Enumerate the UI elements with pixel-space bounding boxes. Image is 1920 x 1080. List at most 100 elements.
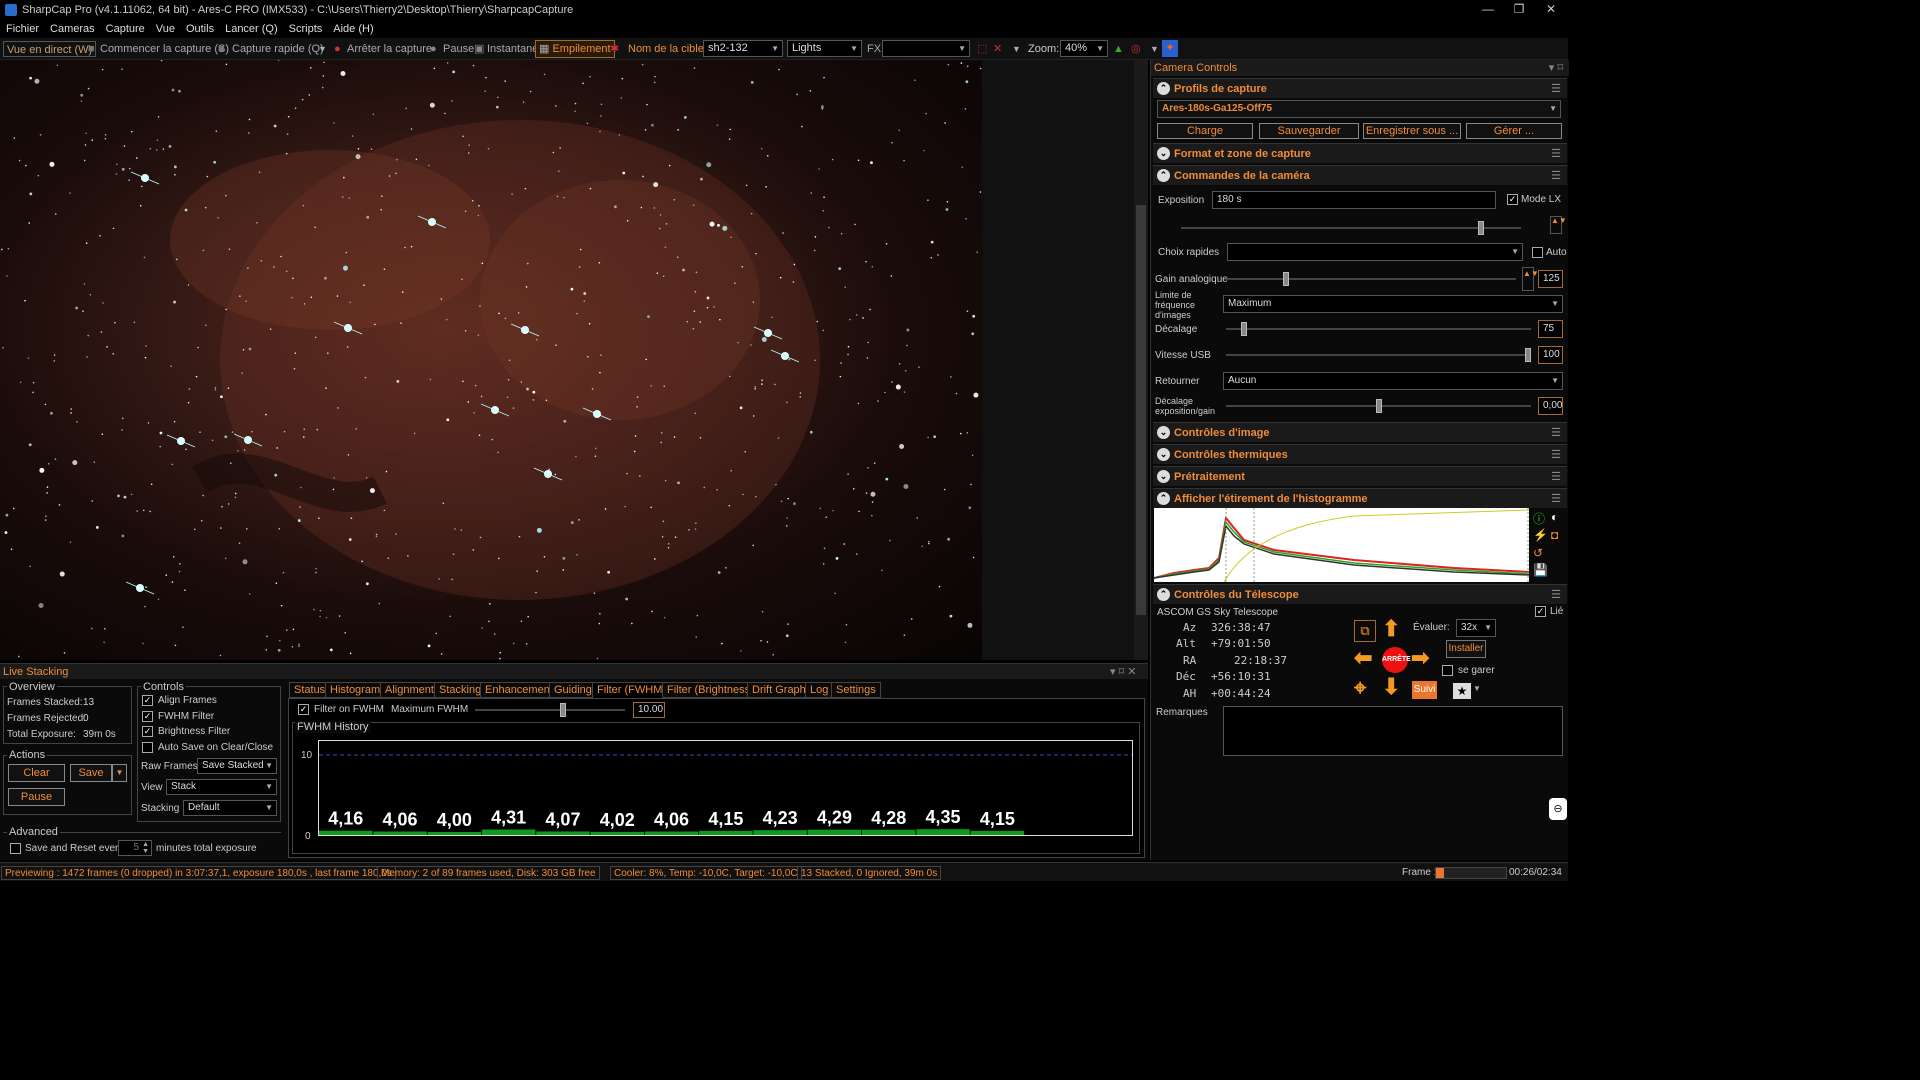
tab-enhancement[interactable]: Enhancement: [480, 682, 558, 698]
minutes-input[interactable]: 5 ▲ ▼: [118, 840, 152, 856]
snapshot-button[interactable]: Instantané: [487, 41, 538, 57]
section-profiles[interactable]: ⌃ Profils de capture ☰: [1153, 78, 1567, 98]
stacking-select[interactable]: Default ▼: [183, 800, 277, 816]
live-view-button[interactable]: Vue en direct (W): [3, 41, 97, 57]
remarks-textarea[interactable]: [1223, 706, 1563, 756]
zoom-select[interactable]: 40% ▼: [1060, 40, 1108, 57]
auto-checkbox[interactable]: [1532, 247, 1543, 258]
menu-lancer[interactable]: Lancer (Q): [219, 20, 283, 35]
manage-profiles-button[interactable]: Gérer ...: [1466, 123, 1562, 139]
max-fwhm-slider[interactable]: [475, 703, 625, 717]
offset-slider-thumb[interactable]: [1240, 322, 1247, 336]
gain-slider-thumb[interactable]: [1282, 272, 1289, 286]
brightness-filter-checkbox[interactable]: ✓: [142, 726, 153, 737]
menu-icon[interactable]: ☰: [1551, 169, 1561, 182]
quick-choice-select[interactable]: ▼: [1227, 243, 1523, 261]
tab-guiding[interactable]: Guiding: [549, 682, 597, 698]
focus-icon[interactable]: ◎: [1131, 41, 1141, 57]
menu-capture[interactable]: Capture: [100, 20, 150, 35]
arrow-left-icon[interactable]: ⬅: [1354, 645, 1372, 671]
exposure-slider-thumb[interactable]: [1478, 221, 1485, 235]
offset-input[interactable]: 75: [1538, 320, 1563, 338]
reset-icon[interactable]: ↺: [1533, 546, 1543, 560]
view-select[interactable]: Stack ▼: [166, 779, 277, 795]
fx-select[interactable]: ▼: [882, 40, 970, 57]
panel-pin-icon[interactable]: ▾ ⌑: [1549, 61, 1563, 74]
fwhm-filter-checkbox[interactable]: ✓: [142, 711, 153, 722]
menu-outils[interactable]: Outils: [180, 20, 219, 35]
menu-vue[interactable]: Vue: [150, 20, 180, 35]
tab-filter-brightness[interactable]: Filter (Brightness): [662, 682, 759, 698]
menu-icon[interactable]: ☰: [1551, 470, 1561, 483]
menu-aide[interactable]: Aide (H): [327, 20, 378, 35]
arrow-down-icon[interactable]: ⬇: [1382, 674, 1400, 700]
start-capture-button[interactable]: Commencer la capture (S): [100, 41, 229, 57]
max-fwhm-input[interactable]: 10.00: [633, 702, 665, 718]
tab-drift-graph[interactable]: Drift Graph: [747, 682, 811, 698]
goto-icon[interactable]: ⧉: [1354, 620, 1376, 642]
section-format[interactable]: ⌄ Format et zone de capture ☰: [1153, 143, 1567, 163]
load-profile-button[interactable]: Charge: [1157, 123, 1253, 139]
side-tab-icon[interactable]: ⊖: [1549, 798, 1567, 820]
live-image-view[interactable]: [0, 60, 982, 660]
tab-log[interactable]: Log: [805, 682, 834, 698]
filter-on-fwhm-checkbox[interactable]: ✓: [298, 704, 309, 715]
raw-frames-select[interactable]: Save Stacked ▼: [197, 758, 277, 774]
chevron-down-icon[interactable]: ▼: [318, 41, 327, 57]
stack-button[interactable]: ▦ Empilement: [535, 40, 615, 58]
exposure-gain-input[interactable]: 0,00: [1538, 397, 1563, 415]
linked-checkbox[interactable]: ✓: [1535, 606, 1546, 617]
exposure-slider[interactable]: [1181, 221, 1521, 235]
minimize-button[interactable]: —: [1473, 2, 1503, 18]
profile-select[interactable]: Ares-180s-Ga125-Off75 ▼: [1157, 100, 1561, 118]
fps-limit-select[interactable]: Maximum ▼: [1223, 295, 1563, 313]
contrast-icon[interactable]: ◐: [1551, 510, 1558, 524]
section-telescope[interactable]: ⌃ Contrôles du Télescope ☰: [1153, 584, 1567, 604]
scrollbar-thumb[interactable]: [1136, 205, 1146, 615]
section-preprocessing[interactable]: ⌄ Prétraitement ☰: [1153, 466, 1567, 486]
chevron-down-icon[interactable]: ▼: [1012, 41, 1021, 57]
save-as-profile-button[interactable]: Enregistrer sous ...: [1363, 123, 1461, 139]
center-icon[interactable]: ⌖: [1354, 675, 1366, 701]
settings-stretch-icon[interactable]: ◘: [1551, 528, 1558, 542]
close-button[interactable]: ✕: [1536, 2, 1566, 18]
pause-stack-button[interactable]: Pause: [8, 788, 65, 806]
tab-status[interactable]: Status: [289, 682, 331, 698]
exposure-spinner[interactable]: ▲▼: [1550, 216, 1567, 234]
section-image-controls[interactable]: ⌄ Contrôles d'image ☰: [1153, 422, 1567, 442]
menu-fichier[interactable]: Fichier: [0, 20, 44, 35]
menu-icon[interactable]: ☰: [1551, 448, 1561, 461]
gain-input[interactable]: 125: [1538, 270, 1563, 288]
menu-icon[interactable]: ☰: [1551, 492, 1561, 505]
menu-icon[interactable]: ☰: [1551, 147, 1561, 160]
tab-stacking[interactable]: Stacking: [434, 682, 487, 698]
park-checkbox[interactable]: [1442, 665, 1453, 676]
gain-spinner[interactable]: ▲▼: [1522, 267, 1539, 291]
menu-scripts[interactable]: Scripts: [283, 20, 328, 35]
chevron-down-icon[interactable]: ▼: [1473, 684, 1481, 693]
track-button[interactable]: Suivi: [1412, 681, 1437, 699]
histogram-info-icon[interactable]: ⓘ: [1533, 510, 1545, 527]
rate-select[interactable]: 32x ▼: [1456, 619, 1496, 637]
stop-capture-button[interactable]: Arrêter la capture: [347, 41, 432, 57]
save-profile-button[interactable]: Sauvegarder: [1259, 123, 1359, 139]
tab-filter-fwhm[interactable]: Filter (FWHM): [592, 682, 672, 698]
offset-slider[interactable]: [1226, 322, 1531, 336]
tab-alignment[interactable]: Alignment: [380, 682, 439, 698]
arrow-right-icon[interactable]: ➡: [1411, 645, 1429, 671]
exposure-gain-slider-thumb[interactable]: [1375, 399, 1382, 413]
tab-settings[interactable]: Settings: [831, 682, 881, 698]
lx-mode-checkbox[interactable]: ✓: [1507, 194, 1518, 205]
crosshair-icon[interactable]: ⬚: [977, 41, 987, 57]
menu-icon[interactable]: ☰: [1551, 426, 1561, 439]
menu-icon[interactable]: ☰: [1551, 82, 1561, 95]
gain-slider[interactable]: [1226, 272, 1516, 286]
maximize-button[interactable]: ❐: [1504, 2, 1534, 18]
menu-cameras[interactable]: Cameras: [44, 20, 100, 35]
target-name-input[interactable]: sh2-132 ▼: [703, 40, 783, 57]
pin-icon[interactable]: ✦: [1162, 40, 1178, 57]
quick-capture-button[interactable]: Capture rapide (Q): [232, 41, 324, 57]
pause-button[interactable]: Pause: [443, 41, 474, 57]
exposure-input[interactable]: 180 s: [1212, 191, 1496, 209]
panel-controls-icon[interactable]: ▾ ⌑ ✕: [1110, 665, 1137, 678]
